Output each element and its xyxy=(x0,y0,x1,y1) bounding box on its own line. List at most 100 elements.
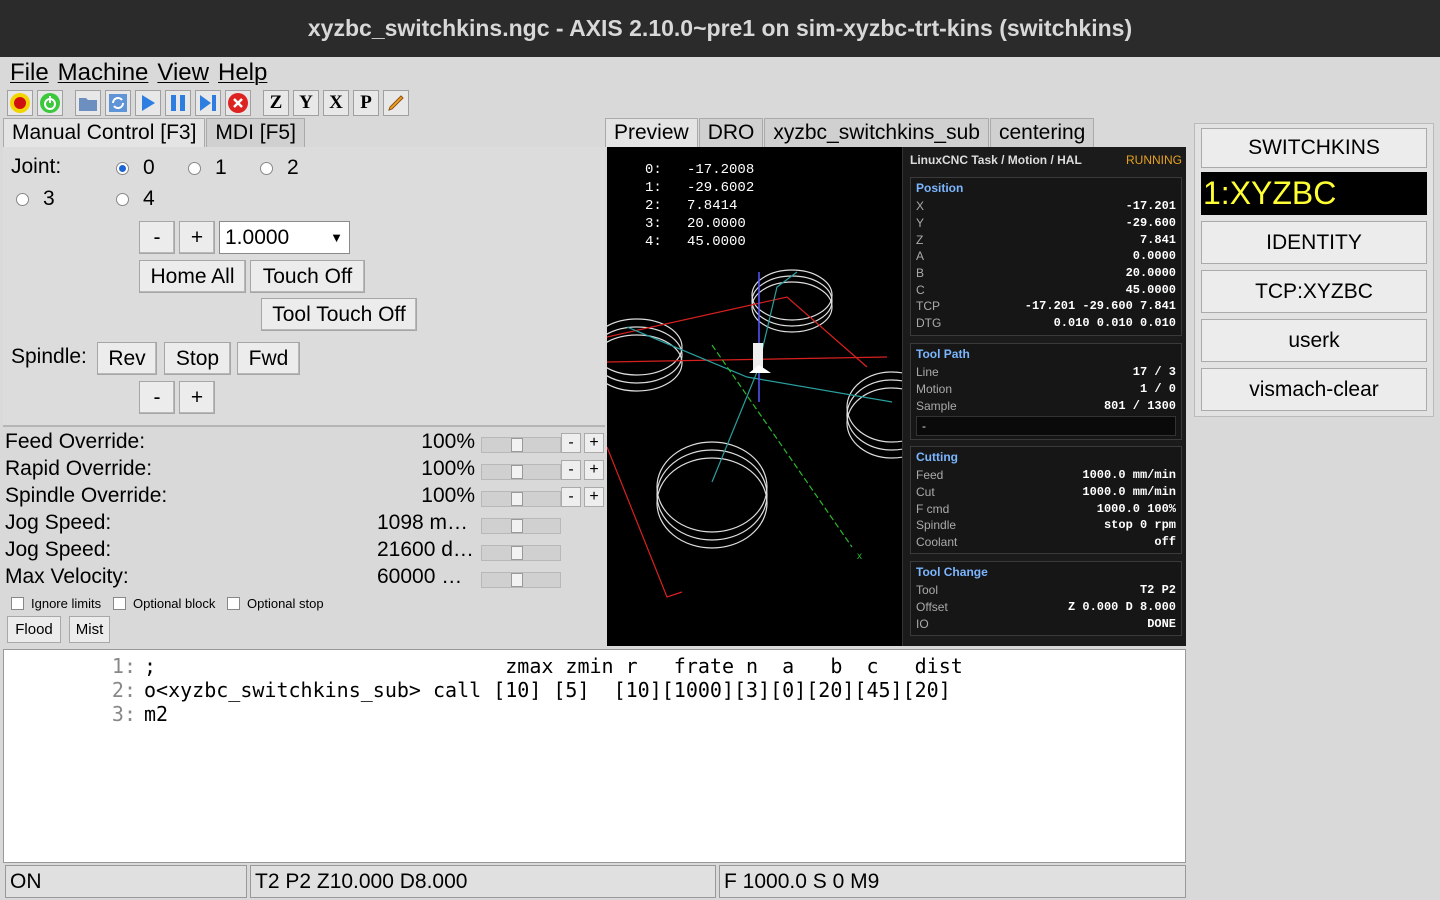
feed-override-label: Feed Override: xyxy=(5,430,146,453)
max-velocity-slider[interactable] xyxy=(481,572,561,588)
kv-key: F cmd xyxy=(916,501,950,516)
optional-block-checkbox[interactable]: Optional block xyxy=(113,596,215,611)
tcp-xyzbc-button[interactable]: TCP:XYZBC xyxy=(1201,270,1427,313)
rapid-override-plus[interactable]: + xyxy=(584,460,604,480)
spindle-rev-button[interactable]: Rev xyxy=(97,342,157,375)
spindle-plus-button[interactable]: + xyxy=(179,381,215,414)
home-all-button[interactable]: Home All xyxy=(139,260,246,293)
angular-jog-speed-value: 21600 d… xyxy=(377,538,474,561)
open-file-icon[interactable] xyxy=(75,90,101,116)
kv-row: Spindle stop 0 rpm xyxy=(916,517,1176,534)
position-title: Position xyxy=(916,181,964,195)
menu-help[interactable]: Help xyxy=(218,59,267,87)
menu-file[interactable]: File xyxy=(10,59,49,87)
touch-off-button[interactable]: Touch Off xyxy=(250,260,365,293)
tool-touch-off-button[interactable]: Tool Touch Off xyxy=(261,298,417,331)
rapid-override-minus[interactable]: - xyxy=(561,460,581,480)
flood-button[interactable]: Flood xyxy=(7,616,61,643)
userk-button[interactable]: userk xyxy=(1201,319,1427,362)
kv-key: DTG xyxy=(916,316,942,331)
menu-machine[interactable]: Machine xyxy=(58,59,149,87)
kv-row: TCP -17.201 -29.600 7.841 xyxy=(916,298,1176,315)
feed-override-slider[interactable] xyxy=(481,437,561,453)
vismach-clear-button[interactable]: vismach-clear xyxy=(1201,368,1427,411)
tab-centering[interactable]: centering xyxy=(989,118,1095,147)
kv-key: Cut xyxy=(916,485,935,500)
gcode-line-number: 2: xyxy=(111,678,136,702)
joint-label: Joint: xyxy=(11,155,62,178)
abort-icon[interactable] xyxy=(225,90,251,116)
kv-row: Cut 1000.0 mm/min xyxy=(916,484,1176,501)
gcode-line-number: 1: xyxy=(111,654,136,678)
menu-view[interactable]: View xyxy=(157,59,209,87)
kv-value: -17.201 xyxy=(1125,199,1176,214)
kv-value: T2 P2 xyxy=(1139,583,1176,598)
kv-row: B 20.0000 xyxy=(916,265,1176,282)
mist-button[interactable]: Mist xyxy=(69,616,110,643)
panel-header: LinuxCNC Task / Motion / HAL RUNNING xyxy=(910,153,1182,167)
view-z-button[interactable]: Z xyxy=(263,90,289,116)
spindle-fwd-button[interactable]: Fwd xyxy=(237,342,300,375)
joint-radio-label: 1 xyxy=(215,156,227,179)
kv-row: Coolant off xyxy=(916,534,1176,551)
spindle-override-minus[interactable]: - xyxy=(561,487,581,507)
preview-canvas[interactable]: x 0: -17.2008 1: -29.6002 2: 7.8414 3: 20.0… xyxy=(607,147,1186,646)
jog-increment-select[interactable]: 1.0000 ▼ xyxy=(219,221,350,254)
joint-radio-2[interactable]: 2 xyxy=(260,156,299,180)
angular-jog-speed-slider[interactable] xyxy=(481,545,561,561)
kv-value: 1000.0 100% xyxy=(1096,501,1176,516)
feed-override-plus[interactable]: + xyxy=(584,433,604,453)
step-icon[interactable] xyxy=(195,90,221,116)
dro-overlay: 0: -17.2008 1: -29.6002 2: 7.8414 3: 20.000… xyxy=(645,161,754,251)
tab-xyzbc-switchkins-sub[interactable]: xyzbc_switchkins_sub xyxy=(764,118,989,147)
estop-icon[interactable] xyxy=(7,90,33,116)
kv-value: -17.201 -29.600 7.841 xyxy=(1024,299,1176,314)
run-icon[interactable] xyxy=(135,90,161,116)
kv-key: IO xyxy=(916,616,929,631)
spindle-override-value: 100% xyxy=(421,484,475,507)
dro-line: 1: -29.6002 xyxy=(645,180,755,196)
kv-row: Line 17 / 3 xyxy=(916,364,1176,381)
power-icon[interactable] xyxy=(37,90,63,116)
kv-row: Sample 801 / 1300 xyxy=(916,397,1176,414)
svg-text:x: x xyxy=(857,551,862,562)
kv-value: 801 / 1300 xyxy=(1103,398,1176,413)
jog-speed-slider[interactable] xyxy=(481,518,561,534)
kv-row: C 45.0000 xyxy=(916,281,1176,298)
dro-line: 0: -17.2008 xyxy=(645,162,755,178)
optional-stop-checkbox[interactable]: Optional stop xyxy=(227,596,324,611)
kv-key: X xyxy=(916,199,925,214)
view-p-button[interactable]: P xyxy=(353,90,379,116)
jog-minus-button[interactable]: - xyxy=(139,221,175,254)
spindle-override-plus[interactable]: + xyxy=(584,487,604,507)
gcode-listing[interactable]: 1: ; zmax zmin r frate n a b c dist 2: o<x… xyxy=(3,649,1186,863)
tab-dro[interactable]: DRO xyxy=(698,118,764,147)
joint-radio-0[interactable]: 0 xyxy=(116,156,155,180)
center-panel: Preview DRO xyzbc_switchkins_sub centeri… xyxy=(605,117,1186,707)
switchkins-label: SWITCHKINS xyxy=(1201,128,1427,168)
spindle-override-slider[interactable] xyxy=(481,491,561,507)
identity-button[interactable]: IDENTITY xyxy=(1201,221,1427,264)
tab-mdi[interactable]: MDI [F5] xyxy=(206,118,305,147)
kv-key: Coolant xyxy=(916,535,958,550)
rapid-override-slider[interactable] xyxy=(481,464,561,480)
ignore-limits-checkbox[interactable]: Ignore limits xyxy=(11,596,101,611)
joint-radio-1[interactable]: 1 xyxy=(188,156,227,180)
joint-radio-3[interactable]: 3 xyxy=(16,187,55,211)
tab-manual-control[interactable]: Manual Control [F3] xyxy=(3,118,206,147)
spindle-minus-button[interactable]: - xyxy=(139,381,175,414)
view-x-button[interactable]: X xyxy=(323,90,349,116)
reload-icon[interactable] xyxy=(105,90,131,116)
pause-icon[interactable] xyxy=(165,90,191,116)
clear-backplot-icon[interactable] xyxy=(383,90,409,116)
tab-preview[interactable]: Preview xyxy=(605,118,698,147)
view-y-button[interactable]: Y xyxy=(293,90,319,116)
spindle-stop-button[interactable]: Stop xyxy=(164,342,231,375)
joint-radio-4[interactable]: 4 xyxy=(116,187,155,211)
main-window: File Machine View Help Z Y X P Manual Co… xyxy=(3,57,1437,900)
overrides-panel: Feed Override: 100% - + Rapid Override: … xyxy=(3,427,605,660)
jog-plus-button[interactable]: + xyxy=(179,221,215,254)
feed-override-value: 100% xyxy=(421,430,475,453)
gcode-line-text: o<xyzbc_switchkins_sub> call [10] [5] [1… xyxy=(144,678,951,702)
feed-override-minus[interactable]: - xyxy=(561,433,581,453)
